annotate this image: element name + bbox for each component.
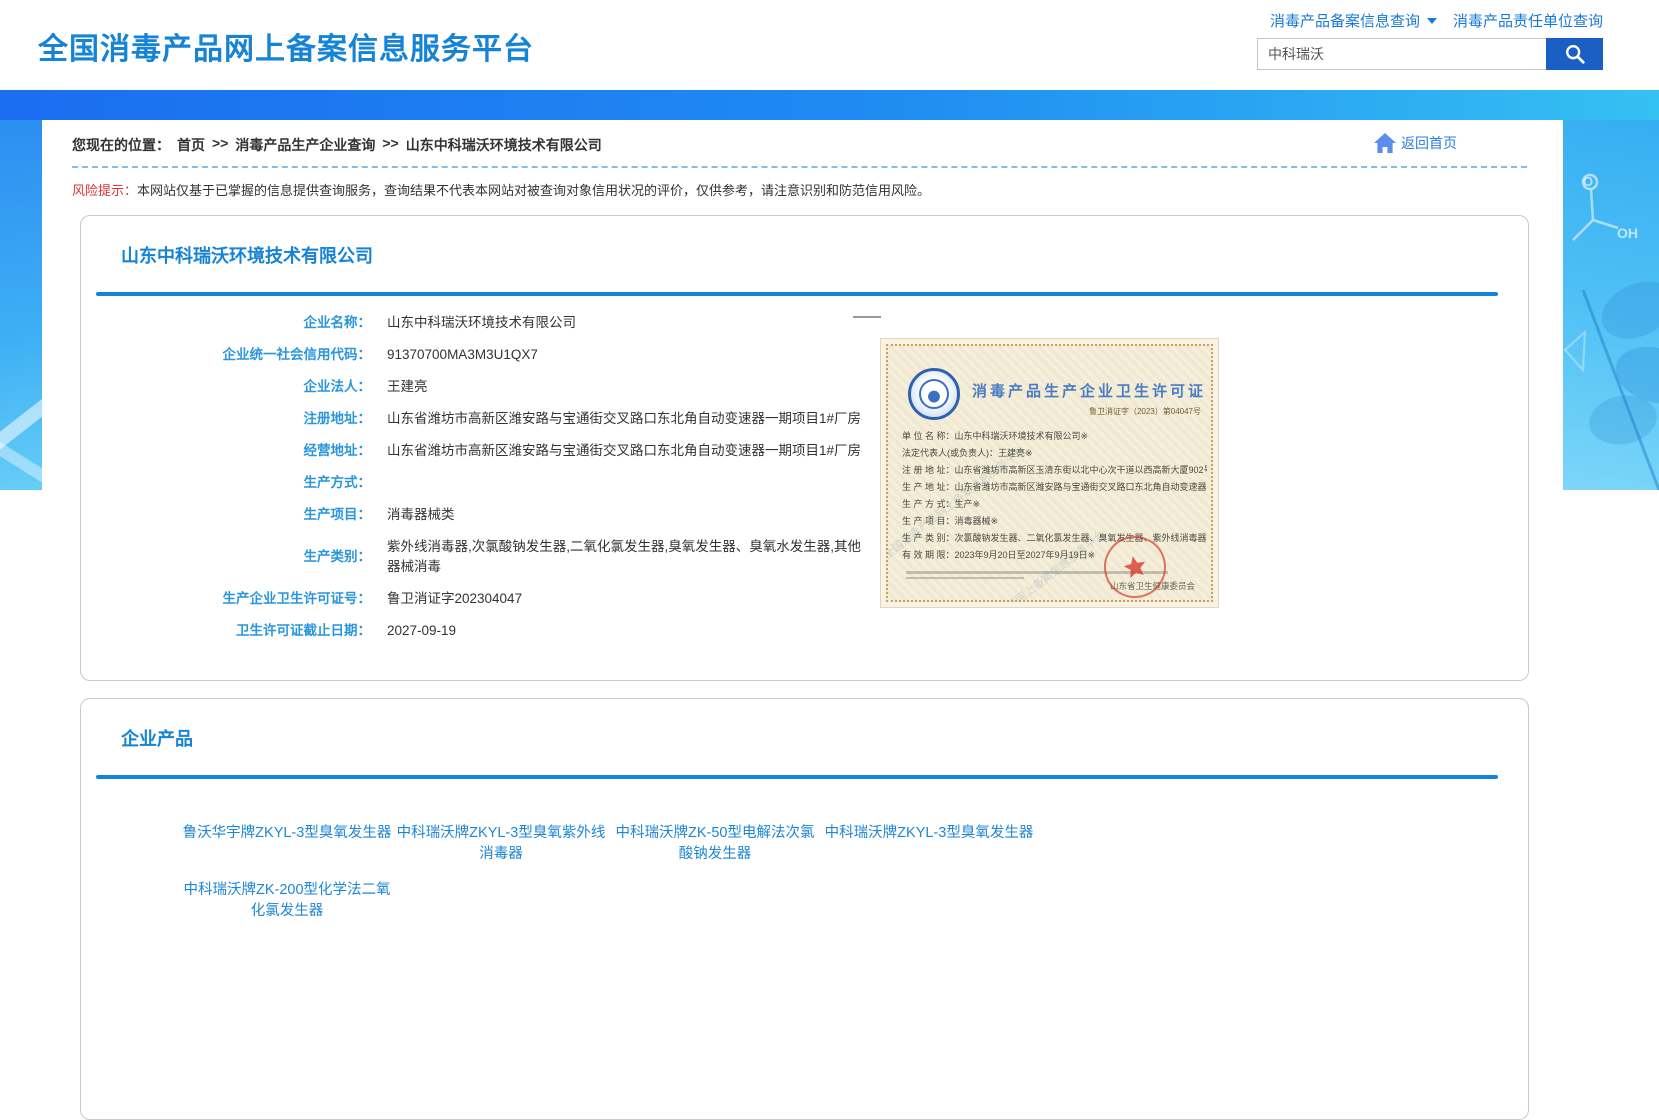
breadcrumb: 您现在的位置： 首页 >> 消毒产品生产企业查询 >> 山东中科瑞沃环境技术有限… <box>72 135 609 155</box>
field-value: 2027-09-19 <box>387 621 456 641</box>
field-row: 企业名称： 山东中科瑞沃环境技术有限公司 <box>81 313 1528 333</box>
breadcrumb-separator: >> <box>382 135 398 155</box>
product-link[interactable]: 中科瑞沃牌ZKYL-3型臭氧紫外线消毒器 <box>395 823 607 865</box>
product-link[interactable]: 中科瑞沃牌ZK-50型电解法次氯酸钠发生器 <box>609 823 821 865</box>
collapsed-image-dash <box>853 316 881 318</box>
field-value: 91370700MA3M3U1QX7 <box>387 345 538 365</box>
emblem-icon <box>908 368 960 420</box>
field-row: 生产企业卫生许可证号： 鲁卫消证字202304047 <box>81 589 1528 609</box>
home-icon <box>1373 132 1397 154</box>
search-icon <box>1564 43 1586 65</box>
field-label: 企业法人： <box>81 377 371 397</box>
site-title: 全国消毒产品网上备案信息服务平台 <box>38 24 534 68</box>
nav-link-unit-query[interactable]: 消毒产品责任单位查询 <box>1453 10 1603 31</box>
risk-notice-label: 风险提示： <box>72 183 137 198</box>
molecule-flower-illustration: OH O <box>1563 120 1659 490</box>
field-value: 山东省潍坊市高新区潍安路与宝通街交叉路口东北角自动变速器一期项目1#厂房 <box>387 409 861 429</box>
field-row: 注册地址： 山东省潍坊市高新区潍安路与宝通街交叉路口东北角自动变速器一期项目1#… <box>81 409 1528 429</box>
content-panel: 您现在的位置： 首页 >> 消毒产品生产企业查询 >> 山东中科瑞沃环境技术有限… <box>42 120 1563 919</box>
field-row: 企业法人： 王建亮 <box>81 377 1528 397</box>
field-label: 卫生许可证截止日期： <box>81 621 371 641</box>
product-link[interactable]: 中科瑞沃牌ZKYL-3型臭氧发生器 <box>823 823 1035 865</box>
company-title: 山东中科瑞沃环境技术有限公司 <box>121 242 1528 268</box>
products-title: 企业产品 <box>121 725 1528 751</box>
background-left-decoration <box>0 120 42 490</box>
svg-text:OH: OH <box>1617 225 1638 241</box>
field-row: 生产类别： 紫外线消毒器,次氯酸钠发生器,二氧化氯发生器,臭氧发生器、臭氧水发生… <box>81 537 1528 577</box>
field-value: 山东省潍坊市高新区潍安路与宝通街交叉路口东北角自动变速器一期项目1#厂房 <box>387 441 861 461</box>
breadcrumb-separator: >> <box>212 135 228 155</box>
field-row: 卫生许可证截止日期： 2027-09-19 <box>81 621 1528 641</box>
breadcrumb-prefix: 您现在的位置： <box>72 135 170 155</box>
field-row: 经营地址： 山东省潍坊市高新区潍安路与宝通街交叉路口东北角自动变速器一期项目1#… <box>81 441 1528 461</box>
risk-notice-text: 本网站仅基于已掌握的信息提供查询服务，查询结果不代表本网站对被查询对象信用状况的… <box>137 183 930 198</box>
background-right-decoration: OH O <box>1563 120 1659 490</box>
breadcrumb-home[interactable]: 首页 <box>177 135 205 155</box>
company-card: 山东中科瑞沃环境技术有限公司 企业名称： 山东中科瑞沃环境技术有限公司 企业统一… <box>80 215 1529 681</box>
search-input[interactable] <box>1257 38 1546 70</box>
chevron-down-icon <box>1427 18 1437 29</box>
field-label: 生产项目： <box>81 505 371 525</box>
title-underline <box>96 292 1498 296</box>
field-label: 企业名称： <box>81 313 371 333</box>
certificate-image: 全国消毒产品网上备案信息服务平台 全国消毒产品网上备案信息服务平台 消毒产品生产… <box>881 339 1218 607</box>
certificate-title: 消毒产品生产企业卫生许可证 <box>972 380 1206 401</box>
product-link[interactable]: 鲁沃华宇牌ZKYL-3型臭氧发生器 <box>181 823 393 865</box>
top-nav: 消毒产品备案信息查询 消毒产品责任单位查询 <box>1270 10 1603 31</box>
field-label: 经营地址： <box>81 441 371 461</box>
field-label: 生产类别： <box>81 547 371 567</box>
back-home-link[interactable]: 返回首页 <box>1373 132 1457 154</box>
product-link[interactable]: 中科瑞沃牌ZK-200型化学法二氧化氯发生器 <box>181 880 393 922</box>
company-fields: 企业名称： 山东中科瑞沃环境技术有限公司 企业统一社会信用代码： 9137070… <box>81 313 1528 641</box>
risk-notice: 风险提示：本网站仅基于已掌握的信息提供查询服务，查询结果不代表本网站对被查询对象… <box>72 180 930 199</box>
search-button[interactable] <box>1546 38 1603 70</box>
field-label: 生产方式： <box>81 473 371 493</box>
field-value: 消毒器械类 <box>387 505 455 525</box>
dashed-divider <box>72 166 1527 168</box>
field-value: 王建亮 <box>387 377 428 397</box>
field-value: 山东中科瑞沃环境技术有限公司 <box>387 313 576 333</box>
product-list: 鲁沃华宇牌ZKYL-3型臭氧发生器 中科瑞沃牌ZKYL-3型臭氧紫外线消毒器 中… <box>181 823 1081 937</box>
svg-text:O: O <box>1583 174 1593 189</box>
field-value: 鲁卫消证字202304047 <box>387 589 522 609</box>
field-label: 企业统一社会信用代码： <box>81 345 371 365</box>
breadcrumb-category[interactable]: 消毒产品生产企业查询 <box>235 135 375 155</box>
field-row: 生产项目： 消毒器械类 <box>81 505 1528 525</box>
products-card: 企业产品 鲁沃华宇牌ZKYL-3型臭氧发生器 中科瑞沃牌ZKYL-3型臭氧紫外线… <box>80 698 1529 1120</box>
field-row: 企业统一社会信用代码： 91370700MA3M3U1QX7 <box>81 345 1528 365</box>
breadcrumb-current: 山东中科瑞沃环境技术有限公司 <box>406 135 602 155</box>
search-bar <box>1257 38 1603 70</box>
banner-strip <box>0 90 1659 120</box>
certificate-number: 鲁卫消证字（2023）第04047号 <box>1089 406 1201 417</box>
field-row: 生产方式： <box>81 473 1528 493</box>
field-value: 紫外线消毒器,次氯酸钠发生器,二氧化氯发生器,臭氧发生器、臭氧水发生器,其他器械… <box>387 537 862 577</box>
field-label: 生产企业卫生许可证号： <box>81 589 371 609</box>
title-underline <box>96 775 1498 779</box>
nav-link-record-query[interactable]: 消毒产品备案信息查询 <box>1270 10 1437 31</box>
certificate-fields: 单 位 名 称：山东中科瑞沃环境技术有限公司※ 法定代表人(或负责人)：王建亮※… <box>902 428 1207 564</box>
field-label: 注册地址： <box>81 409 371 429</box>
